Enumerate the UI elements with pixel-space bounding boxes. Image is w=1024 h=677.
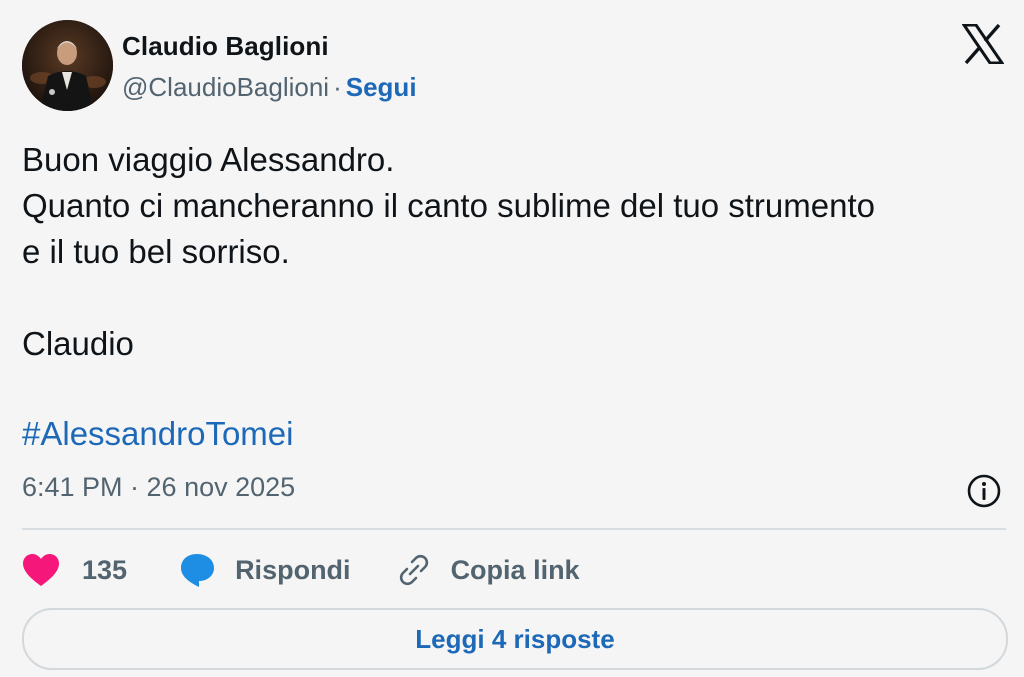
speech-bubble-icon [181, 554, 215, 587]
tweet-text: Buon viaggio Alessandro. Quanto ci manch… [22, 137, 875, 367]
info-icon[interactable] [966, 473, 1002, 509]
like-count: 135 [82, 554, 128, 585]
copy-link-label: Copia link [450, 554, 580, 585]
tweet-line: Quanto ci mancheranno il canto sublime d… [22, 187, 875, 224]
reply-button[interactable]: Rispondi [179, 552, 351, 588]
tweet-line: e il tuo bel sorriso. [22, 233, 290, 270]
tweet-actions: 135 Rispondi Copia link [22, 548, 580, 592]
heart-icon [23, 554, 59, 586]
profile-photo-icon [22, 20, 113, 111]
handle-separator: · [333, 72, 342, 102]
reply-label: Rispondi [235, 554, 351, 585]
tweet-timestamp[interactable]: 6:41 PM · 26 nov 2025 [22, 472, 295, 503]
read-replies-button[interactable]: Leggi 4 risposte [22, 608, 1008, 670]
author-avatar[interactable] [22, 20, 113, 111]
hashtag-link[interactable]: #AlessandroTomei [22, 411, 293, 457]
tweet-line: Buon viaggio Alessandro. [22, 141, 395, 178]
tweet-line: Claudio [22, 325, 134, 362]
author-name[interactable]: Claudio Baglioni [122, 31, 329, 62]
x-logo-icon[interactable] [962, 24, 1004, 64]
author-handle[interactable]: @ClaudioBaglioni [122, 72, 329, 102]
tweet-embed-card: Claudio Baglioni @ClaudioBaglioni · Segui … [0, 0, 1024, 677]
like-button[interactable]: 135 [22, 553, 127, 587]
follow-button[interactable]: Segui [346, 72, 417, 102]
tweet-line-empty [22, 275, 875, 321]
copy-link-button[interactable]: Copia link [397, 553, 580, 587]
author-handle-row: @ClaudioBaglioni · Segui [122, 72, 417, 103]
divider [22, 528, 1006, 530]
link-icon [399, 554, 428, 586]
